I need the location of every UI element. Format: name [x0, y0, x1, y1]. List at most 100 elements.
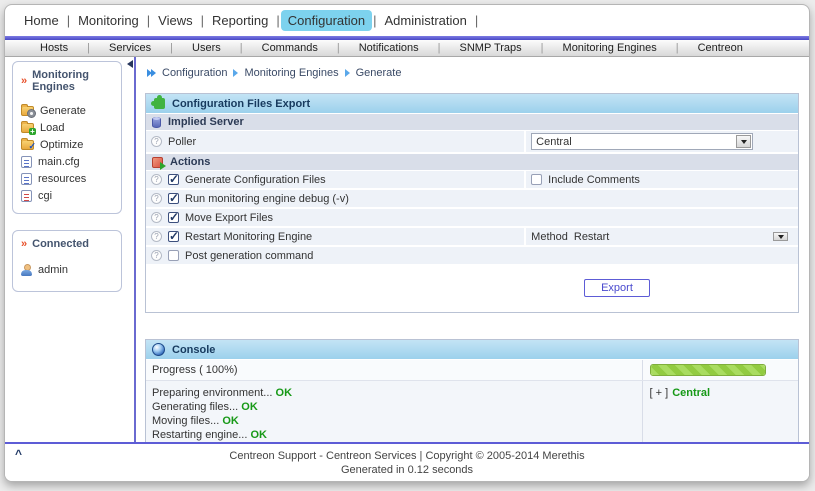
debug-checkbox[interactable] — [168, 191, 179, 205]
breadcrumb-arrow-icon — [233, 69, 239, 77]
breadcrumb-item-generate[interactable]: Generate — [356, 67, 402, 79]
actions-icon — [152, 156, 166, 170]
footer-generated: Generated in 0.12 seconds — [340, 464, 474, 476]
menu-separator — [201, 13, 204, 28]
double-chevron-icon — [21, 75, 32, 87]
puzzle-icon — [151, 95, 165, 109]
poller-label: Poller — [168, 135, 197, 148]
breadcrumb-arrow-icon — [344, 69, 350, 77]
footer-copyright: Centreon Support - Centreon Services | C… — [229, 450, 585, 462]
generate-files-checkbox[interactable] — [168, 172, 179, 186]
action-row-debug: Run monitoring engine debug (-v) — [146, 190, 798, 209]
tab-monitoring-engines[interactable]: Monitoring Engines — [544, 42, 676, 54]
progress-fill — [650, 365, 765, 375]
breadcrumb-item-monitoring-engines[interactable]: Monitoring Engines — [244, 67, 338, 79]
status-ok: OK — [275, 387, 293, 399]
restart-engine-checkbox[interactable] — [168, 229, 179, 243]
collapse-sidebar-icon[interactable] — [127, 60, 133, 68]
tab-notifications[interactable]: Notifications — [340, 42, 438, 54]
sidebar: Monitoring Engines Generate Load Optimiz… — [5, 57, 131, 442]
menu-item-reporting[interactable]: Reporting — [205, 10, 275, 31]
sidebar-divider[interactable] — [127, 57, 136, 442]
user-icon — [21, 264, 32, 276]
menu-item-home[interactable]: Home — [17, 10, 66, 31]
sidebar-item-generate[interactable]: Generate — [21, 104, 116, 118]
export-button[interactable]: Export — [584, 279, 650, 297]
help-icon[interactable] — [151, 136, 162, 147]
help-icon[interactable] — [151, 231, 162, 242]
sidebar-section-monitoring-engines: Monitoring Engines Generate Load Optimiz… — [12, 61, 122, 214]
tab-snmp-traps[interactable]: SNMP Traps — [441, 42, 541, 54]
help-icon[interactable] — [151, 174, 162, 185]
poller-name: Central — [672, 387, 711, 399]
breadcrumb-lead-icon — [147, 69, 156, 77]
main-area: Configuration Monitoring Engines Generat… — [136, 57, 809, 448]
breadcrumb: Configuration Monitoring Engines Generat… — [145, 63, 799, 83]
folder-gear-icon — [21, 104, 36, 118]
content-area: Monitoring Engines Generate Load Optimiz… — [5, 57, 809, 448]
breadcrumb-item-configuration[interactable]: Configuration — [162, 67, 227, 79]
post-command-checkbox[interactable] — [168, 250, 179, 261]
section-header-implied-server: Implied Server — [146, 114, 798, 131]
scroll-top-icon[interactable] — [15, 447, 22, 461]
console-panel: Console Progress ( 100%) Preparing envir… — [145, 339, 799, 448]
sidebar-item-resources[interactable]: resources — [21, 172, 116, 186]
poller-select[interactable]: Central — [531, 133, 754, 150]
status-ok: OK — [222, 415, 239, 427]
menu-item-views[interactable]: Views — [151, 10, 199, 31]
panel-header-configuration-files-export: Configuration Files Export — [146, 94, 798, 114]
tab-hosts[interactable]: Hosts — [21, 42, 87, 54]
method-select[interactable]: Restart — [574, 230, 792, 243]
footer: Centreon Support - Centreon Services | C… — [5, 442, 809, 481]
sidebar-section-connected: Connected admin — [12, 230, 122, 292]
sidebar-item-load[interactable]: Load — [21, 121, 116, 135]
method-label: Method — [531, 230, 568, 243]
section-header-actions: Actions — [146, 154, 798, 171]
action-row-restart-engine: Restart Monitoring Engine Method Restart — [146, 228, 798, 247]
tab-services[interactable]: Services — [90, 42, 170, 54]
tree-expander[interactable]: [ + ] — [650, 387, 669, 399]
main-menu-bar: Home Monitoring Views Reporting Configur… — [5, 5, 809, 36]
progress-label: Progress ( 100%) — [152, 364, 238, 376]
help-icon[interactable] — [151, 250, 162, 261]
tab-commands[interactable]: Commands — [243, 42, 337, 54]
menu-item-monitoring[interactable]: Monitoring — [71, 10, 146, 31]
log-line: Moving files... OK — [152, 415, 239, 427]
move-files-checkbox[interactable] — [168, 210, 179, 224]
export-button-row: Export — [146, 266, 798, 312]
action-row-post-command: Post generation command — [146, 247, 798, 266]
help-icon[interactable] — [151, 193, 162, 204]
menu-separator — [475, 13, 478, 28]
log-line: Preparing environment... OK — [152, 387, 293, 399]
sidebar-section-title: Connected — [21, 238, 116, 250]
log-line: Restarting engine... OK — [152, 429, 267, 441]
menu-separator — [276, 13, 279, 28]
menu-item-configuration[interactable]: Configuration — [280, 10, 373, 31]
config-file-icon — [21, 156, 32, 168]
tab-centreon[interactable]: Centreon — [679, 42, 762, 54]
sidebar-item-optimize[interactable]: Optimize — [21, 138, 116, 152]
log-line: Generating files... OK — [152, 401, 258, 413]
dropdown-arrow-icon[interactable] — [736, 135, 752, 148]
menu-item-administration[interactable]: Administration — [378, 10, 474, 31]
status-ok: OK — [241, 401, 258, 413]
app-window: Home Monitoring Views Reporting Configur… — [4, 4, 810, 482]
sidebar-item-main-cfg[interactable]: main.cfg — [21, 155, 116, 169]
menu-separator — [373, 13, 376, 28]
folder-plus-icon — [21, 121, 36, 135]
menu-separator — [147, 13, 150, 28]
include-comments-checkbox[interactable] — [531, 174, 543, 185]
cgi-file-icon — [21, 190, 32, 202]
sidebar-section-title: Monitoring Engines — [21, 69, 116, 93]
double-chevron-icon — [21, 238, 32, 250]
submenu-bar: Hosts Services Users Commands Notificati… — [5, 40, 809, 57]
tab-users[interactable]: Users — [173, 42, 240, 54]
connected-user-admin[interactable]: admin — [21, 263, 116, 277]
sidebar-item-cgi[interactable]: cgi — [21, 189, 116, 203]
globe-icon — [152, 343, 165, 356]
panel-header-console: Console — [146, 340, 798, 360]
dropdown-arrow-icon[interactable] — [773, 232, 788, 241]
action-row-move-files: Move Export Files — [146, 209, 798, 228]
help-icon[interactable] — [151, 212, 162, 223]
console-log: Preparing environment... OK Generating f… — [146, 381, 642, 447]
